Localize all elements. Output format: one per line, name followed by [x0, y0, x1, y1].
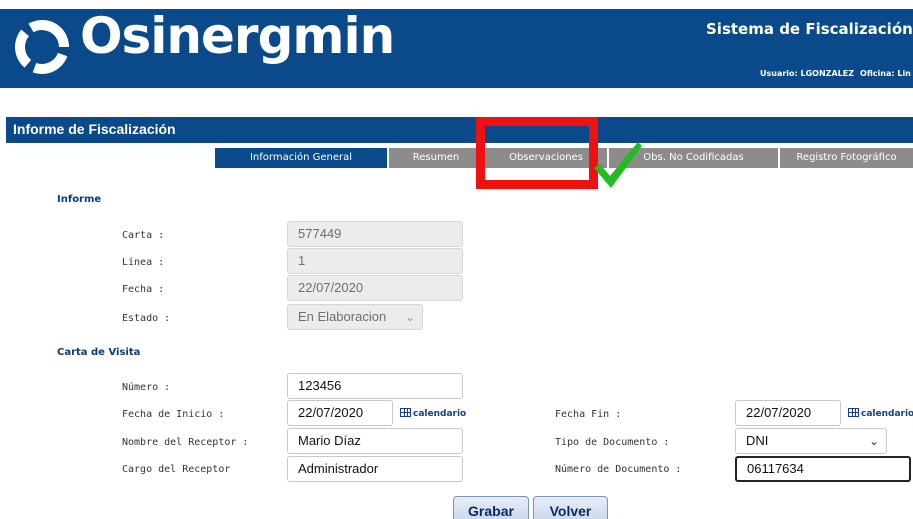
- linea-label: Línea :: [122, 257, 165, 268]
- numero-documento-label: Número de Documento :: [555, 464, 682, 475]
- tab-bar: Información General Resumen Observacione…: [6, 143, 913, 169]
- fecha-inicio-input[interactable]: 22/07/2020: [287, 400, 393, 426]
- estado-label: Estado :: [122, 313, 171, 324]
- informe-group-title: Informe: [57, 194, 102, 205]
- receptor-label: Nombre del Receptor :: [122, 437, 249, 448]
- section-title: Informe de Fiscalización: [13, 121, 176, 137]
- user-info: Usuario: LGONZALEZ Oficina: Lin: [760, 69, 913, 78]
- tipo-documento-value: DNI: [746, 433, 769, 448]
- carta-field: 577449: [287, 221, 463, 247]
- chevron-down-icon: ⌄: [868, 434, 879, 448]
- fecha-inicio-label: Fecha de Inicio :: [122, 409, 225, 420]
- calendar-icon: [848, 408, 859, 417]
- brand-name: Osinergmin: [80, 9, 395, 65]
- osinergmin-logo-icon: [15, 20, 69, 74]
- calendar-link-label: calendario: [413, 409, 467, 419]
- grabar-button[interactable]: Grabar: [453, 496, 529, 519]
- calendar-icon: [400, 408, 411, 417]
- estado-value: En Elaboracion: [298, 309, 387, 324]
- section-header: Informe de Fiscalización: [6, 117, 913, 143]
- numero-input[interactable]: 123456: [287, 373, 463, 399]
- green-checkmark-icon: [594, 142, 642, 188]
- fecha-fin-calendar-link[interactable]: calendario: [848, 408, 913, 419]
- carta-visita-group-title: Carta de Visita: [57, 347, 141, 358]
- fecha-field: 22/07/2020: [287, 275, 463, 301]
- tab-registro-fotografico[interactable]: Registro Fotográfico: [780, 148, 913, 168]
- fecha-label: Fecha :: [122, 284, 165, 295]
- app-header: Osinergmin Sistema de Fiscalización e Us…: [0, 9, 913, 88]
- calendar-link-label: calendario: [861, 409, 913, 419]
- numero-documento-input[interactable]: 06117634: [735, 456, 911, 482]
- receptor-input[interactable]: Mario Díaz: [287, 428, 463, 454]
- user-label: Usuario: LGONZALEZ: [760, 69, 855, 78]
- system-title: Sistema de Fiscalización e: [706, 20, 913, 38]
- fecha-fin-label: Fecha Fin :: [555, 409, 622, 420]
- chevron-down-icon: ⌄: [404, 310, 415, 324]
- fecha-inicio-calendar-link[interactable]: calendario: [400, 408, 466, 419]
- red-highlight-box: [476, 117, 598, 189]
- cargo-label: Cargo del Receptor: [122, 464, 231, 475]
- carta-label: Carta :: [122, 230, 165, 241]
- cargo-input[interactable]: Administrador: [287, 456, 463, 482]
- tab-resumen[interactable]: Resumen: [389, 148, 483, 168]
- linea-field: 1: [287, 248, 463, 274]
- estado-select: En Elaboracion ⌄: [287, 304, 423, 330]
- fecha-fin-input[interactable]: 22/07/2020: [735, 400, 841, 426]
- tipo-documento-label: Tipo de Documento :: [555, 437, 670, 448]
- numero-label: Número :: [122, 382, 171, 393]
- tab-informacion-general[interactable]: Información General: [215, 148, 387, 168]
- volver-button[interactable]: Volver: [533, 496, 608, 519]
- tipo-documento-select[interactable]: DNI ⌄: [735, 428, 887, 454]
- office-label: Oficina: Lin: [860, 69, 911, 78]
